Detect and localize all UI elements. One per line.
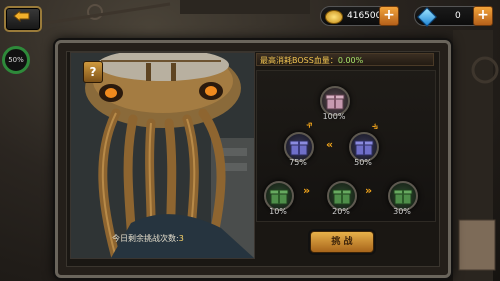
gift-box-icon bbox=[354, 140, 374, 156]
reward-label-50: 50% bbox=[354, 158, 372, 167]
diamond-icon bbox=[417, 7, 437, 27]
top-bar: 416500 + 0 + bbox=[0, 0, 500, 34]
boss-stat-label: 最高消耗BOSS血量： bbox=[260, 56, 338, 65]
reward-label-20: 20% bbox=[332, 207, 350, 216]
side-ornament bbox=[453, 30, 499, 281]
gold-counter: 416500 + bbox=[320, 6, 399, 26]
chevron-right-icon: » bbox=[303, 184, 311, 197]
gift-box-icon bbox=[393, 189, 413, 205]
help-button[interactable]: ? bbox=[83, 61, 103, 83]
back-button[interactable] bbox=[4, 6, 42, 32]
boss-stat-value: 0.00% bbox=[337, 56, 364, 65]
gift-box-icon bbox=[269, 189, 289, 205]
remaining-attempts: 今日剩余挑战次数:3 bbox=[112, 233, 184, 244]
attempts-label: 今日剩余挑战次数: bbox=[112, 234, 179, 243]
reward-label-100: 100% bbox=[322, 112, 346, 121]
gem-counter: 0 + bbox=[414, 6, 493, 27]
challenge-button[interactable]: 挑 战 bbox=[310, 231, 374, 253]
gem-value: 0 bbox=[455, 11, 461, 21]
reward-label-75: 75% bbox=[289, 158, 307, 167]
reward-label-30: 30% bbox=[393, 207, 411, 216]
boss-portrait bbox=[70, 52, 255, 259]
boss-damage-stat: 最高消耗BOSS血量：0.00% bbox=[256, 53, 434, 66]
chevron-right-icon: » bbox=[365, 184, 373, 197]
gift-box-icon bbox=[325, 94, 345, 110]
gold-value: 416500 bbox=[347, 11, 382, 21]
chevron-left-icon: « bbox=[326, 138, 334, 151]
gold-coin-icon bbox=[325, 10, 343, 24]
back-arrow-icon bbox=[13, 11, 30, 23]
reward-label-10: 10% bbox=[269, 207, 287, 216]
add-gold-button[interactable]: + bbox=[379, 6, 399, 26]
progress-ring: 50% bbox=[2, 46, 30, 74]
add-gems-button[interactable]: + bbox=[473, 6, 493, 26]
octopus-boss-illustration bbox=[71, 53, 254, 258]
gift-box-icon bbox=[289, 140, 309, 156]
attempts-value: 3 bbox=[178, 234, 184, 243]
gift-box-icon bbox=[332, 189, 352, 205]
